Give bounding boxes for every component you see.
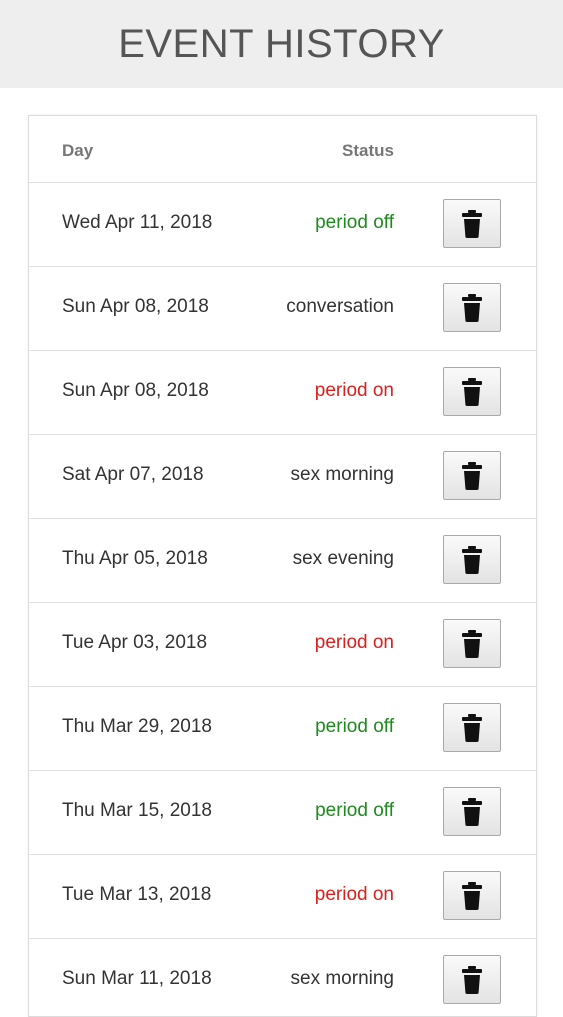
delete-event-button[interactable] (443, 535, 501, 584)
column-header-status: Status (342, 141, 394, 160)
table-row: Sat Apr 07, 2018 sex morning (29, 435, 536, 519)
table-row: Tue Mar 13, 2018 period on (29, 855, 536, 939)
delete-event-button[interactable] (443, 367, 501, 416)
table-header: Day Status (29, 116, 536, 183)
event-day: Thu Mar 15, 2018 (62, 800, 212, 821)
table-row: Sun Apr 08, 2018 conversation (29, 267, 536, 351)
delete-event-button[interactable] (443, 199, 501, 248)
event-status: period on (314, 380, 394, 401)
table-row: Tue Apr 03, 2018 period on (29, 603, 536, 687)
delete-event-button[interactable] (443, 283, 501, 332)
trash-icon (462, 713, 482, 742)
event-status: sex morning (290, 968, 395, 989)
trash-icon (462, 545, 482, 574)
trash-icon (462, 965, 482, 994)
trash-icon (462, 209, 482, 238)
app-header: EVENT HISTORY (0, 0, 563, 88)
trash-icon (462, 461, 482, 490)
event-history-table: Day Status Wed Apr 11, 2018 period off S… (28, 115, 537, 1017)
event-status: period off (315, 212, 394, 233)
event-status: period off (315, 800, 394, 821)
table-row: Sun Mar 11, 2018 sex morning (29, 939, 536, 1016)
event-day: Thu Apr 05, 2018 (62, 548, 208, 569)
delete-event-button[interactable] (443, 787, 501, 836)
trash-icon (462, 293, 482, 322)
event-status: conversation (286, 296, 394, 317)
event-day: Tue Mar 13, 2018 (62, 884, 212, 905)
event-day: Tue Apr 03, 2018 (62, 632, 208, 653)
table-row: Sun Apr 08, 2018 period on (29, 351, 536, 435)
event-status: sex evening (292, 548, 394, 569)
event-day: Thu Mar 29, 2018 (62, 716, 212, 737)
table-row: Thu Mar 15, 2018 period off (29, 771, 536, 855)
event-status: period off (315, 716, 394, 737)
delete-event-button[interactable] (443, 619, 501, 668)
delete-event-button[interactable] (443, 703, 501, 752)
table-row: Thu Mar 29, 2018 period off (29, 687, 536, 771)
table-row: Wed Apr 11, 2018 period off (29, 183, 536, 267)
trash-icon (462, 797, 482, 826)
event-day: Sun Apr 08, 2018 (62, 296, 209, 317)
page-title: EVENT HISTORY (118, 21, 445, 66)
event-day: Sat Apr 07, 2018 (62, 464, 204, 485)
trash-icon (462, 629, 482, 658)
delete-event-button[interactable] (443, 955, 501, 1004)
trash-icon (462, 881, 482, 910)
delete-event-button[interactable] (443, 871, 501, 920)
event-day: Sun Apr 08, 2018 (62, 380, 209, 401)
table-row: Thu Apr 05, 2018 sex evening (29, 519, 536, 603)
event-status: period on (314, 884, 394, 905)
event-status: sex morning (290, 464, 395, 485)
event-day: Wed Apr 11, 2018 (62, 212, 213, 233)
delete-event-button[interactable] (443, 451, 501, 500)
event-status: period on (314, 632, 394, 653)
event-day: Sun Mar 11, 2018 (62, 968, 212, 989)
column-header-day: Day (62, 141, 94, 160)
table-body: Wed Apr 11, 2018 period off Sun Apr 08, … (29, 183, 536, 1016)
trash-icon (462, 377, 482, 406)
